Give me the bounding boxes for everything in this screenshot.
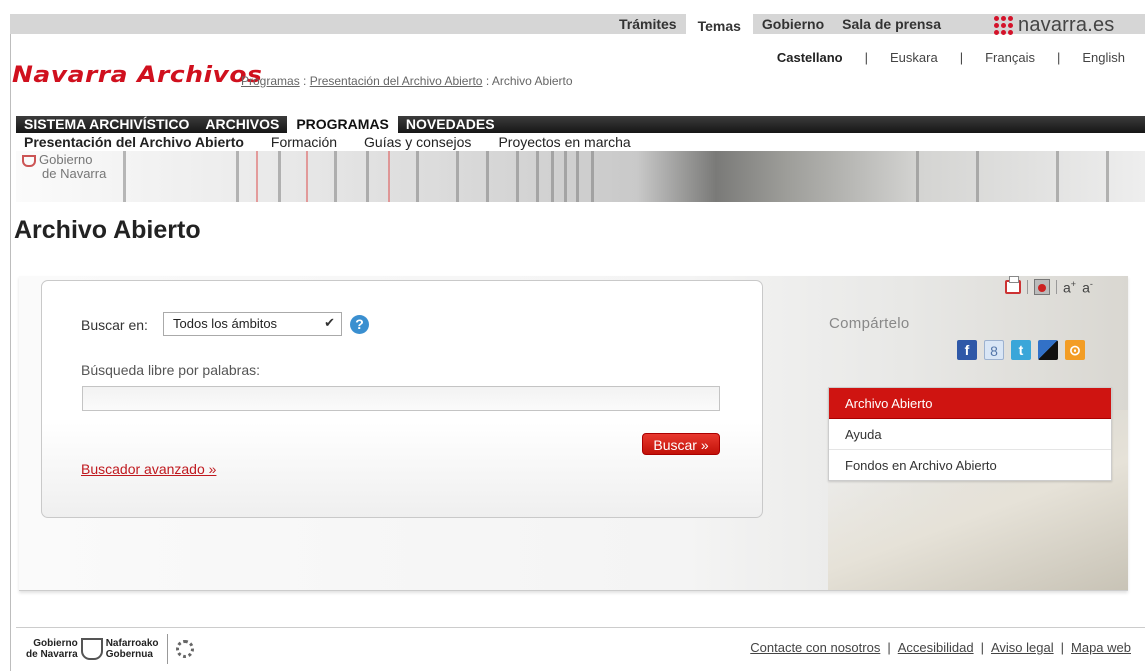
free-search-label: Búsqueda libre por palabras:: [81, 362, 261, 378]
side-menu-fondos[interactable]: Fondos en Archivo Abierto: [829, 450, 1111, 481]
top-bar: [10, 14, 1145, 34]
lang-francais[interactable]: Français: [985, 50, 1035, 65]
mainnav-programas[interactable]: PROGRAMAS: [287, 116, 398, 133]
footer-link-mapa-web[interactable]: Mapa web: [1071, 640, 1131, 655]
footer-link-contacto[interactable]: Contacte con nosotros: [750, 640, 880, 655]
side-menu-ayuda[interactable]: Ayuda: [829, 419, 1111, 450]
crest-icon: [80, 638, 103, 660]
rss-icon[interactable]: ⊙: [1065, 340, 1085, 360]
breadcrumb-current: Archivo Abierto: [491, 74, 573, 88]
scope-label: Buscar en:: [81, 317, 148, 333]
scope-select[interactable]: Todos los ámbitos ✔: [163, 312, 342, 336]
navarra-es-logo[interactable]: navarra.es: [994, 12, 1115, 38]
breadcrumb-presentacion[interactable]: Presentación del Archivo Abierto: [310, 74, 483, 88]
lang-english[interactable]: English: [1082, 50, 1125, 65]
free-search-input[interactable]: [82, 386, 720, 411]
side-menu-archivo-abierto[interactable]: Archivo Abierto: [829, 388, 1111, 419]
subnav-formacion[interactable]: Formación: [271, 134, 337, 151]
share-icons: f 8 t ⊙: [957, 340, 1085, 360]
delicious-icon[interactable]: [1038, 340, 1058, 360]
subnav-presentacion[interactable]: Presentación del Archivo Abierto: [24, 134, 244, 151]
topnav-sala-de-prensa[interactable]: Sala de prensa: [833, 14, 950, 34]
help-icon[interactable]: ?: [350, 315, 369, 334]
font-decrease-button[interactable]: a-: [1082, 279, 1093, 296]
crest-icon: [22, 154, 36, 167]
navarra-archivos-logo[interactable]: Navarra Archivos: [12, 61, 262, 87]
footer-links: Contacte con nosotros | Accesibilidad | …: [750, 640, 1131, 655]
footer-nafarroako-text: Nafarroako Gobernua: [105, 638, 159, 660]
topnav-tramites[interactable]: Trámites: [610, 14, 686, 34]
pdf-icon[interactable]: [1034, 279, 1050, 296]
lang-castellano[interactable]: Castellano: [777, 50, 843, 65]
font-increase-button[interactable]: a+: [1063, 279, 1076, 296]
share-label: Compártelo: [829, 315, 910, 332]
subnav-proyectos[interactable]: Proyectos en marcha: [498, 134, 630, 151]
topnav-temas[interactable]: Temas: [685, 14, 753, 38]
google-icon[interactable]: 8: [984, 340, 1004, 360]
page-tools: a+ a-: [1005, 276, 1093, 296]
gobierno-navarra-banner-logo: Gobierno de Navarra: [22, 153, 106, 180]
sub-nav: Presentación del Archivo Abierto Formaci…: [24, 134, 658, 151]
mainnav-novedades[interactable]: NOVEDADES: [398, 116, 503, 133]
quality-seal-icon: [175, 640, 194, 658]
main-nav: SISTEMA ARCHIVÍSTICO ARCHIVOS PROGRAMAS …: [16, 116, 1145, 133]
lang-euskara[interactable]: Euskara: [890, 50, 938, 65]
scope-select-value: Todos los ámbitos: [173, 316, 278, 331]
footer-logos: Gobierno de Navarra Nafarroako Gobernua: [26, 634, 194, 664]
side-menu: Archivo Abierto Ayuda Fondos en Archivo …: [828, 387, 1112, 481]
breadcrumb: Programas : Presentación del Archivo Abi…: [241, 74, 573, 88]
mainnav-sistema-archivistico[interactable]: SISTEMA ARCHIVÍSTICO: [16, 116, 197, 133]
header-banner: Gobierno de Navarra: [16, 151, 1145, 202]
facebook-icon[interactable]: f: [957, 340, 977, 360]
advanced-search-link[interactable]: Buscador avanzado »: [81, 461, 216, 477]
navarra-dots-icon: [994, 15, 1013, 35]
subnav-guias[interactable]: Guías y consejos: [364, 134, 471, 151]
footer-link-aviso-legal[interactable]: Aviso legal: [991, 640, 1054, 655]
chevron-down-icon: ✔: [324, 315, 335, 330]
page-title: Archivo Abierto: [14, 216, 201, 244]
twitter-icon[interactable]: t: [1011, 340, 1031, 360]
language-selector: Castellano | Euskara | Français | Englis…: [776, 50, 1125, 65]
print-icon[interactable]: [1005, 276, 1021, 295]
topnav-gobierno[interactable]: Gobierno: [753, 14, 833, 34]
footer-link-accesibilidad[interactable]: Accesibilidad: [898, 640, 974, 655]
mainnav-archivos[interactable]: ARCHIVOS: [197, 116, 287, 133]
page-frame-left: [10, 14, 11, 671]
brand-text: navarra.es: [1018, 13, 1115, 36]
footer: Gobierno de Navarra Nafarroako Gobernua Co…: [16, 627, 1145, 671]
footer-gobierno-text: Gobierno de Navarra: [26, 638, 78, 660]
top-nav: Trámites Temas Gobierno Sala de prensa: [610, 14, 950, 38]
breadcrumb-programas[interactable]: Programas: [241, 74, 300, 88]
search-button[interactable]: Buscar »: [642, 433, 720, 455]
